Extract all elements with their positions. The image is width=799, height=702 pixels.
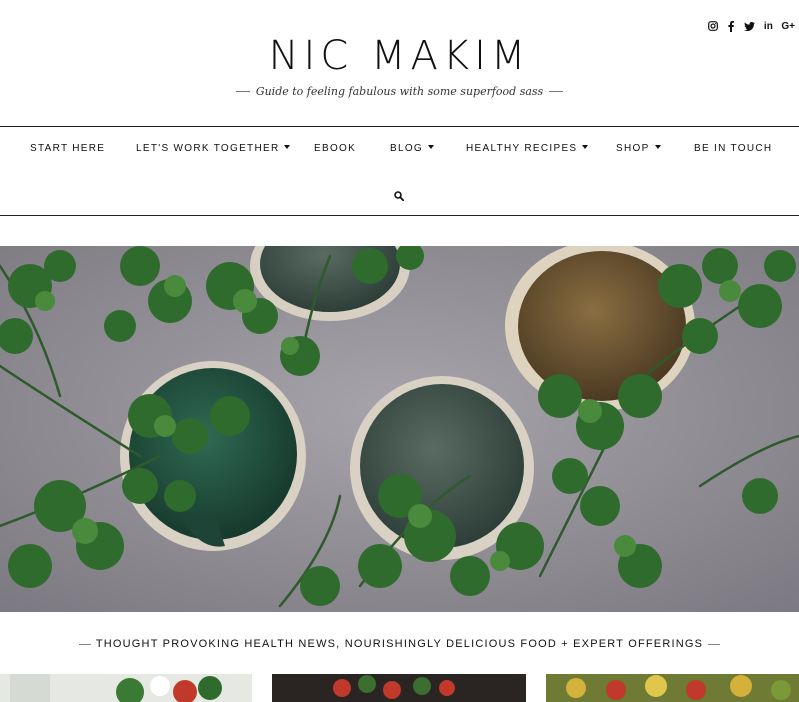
tagline-dash-right [549, 91, 564, 92]
main-navigation: START HERE LET'S WORK TOGETHER EBOOK BLO… [0, 126, 799, 216]
linkedin-icon[interactable]: in [763, 20, 773, 32]
section-heading-row: THOUGHT PROVOKING HEALTH NEWS, NOURISHIN… [0, 638, 799, 650]
nav-item-shop[interactable]: SHOP [616, 143, 661, 154]
nav-item-lets-work-together[interactable]: LET'S WORK TOGETHER [136, 143, 291, 154]
social-links: in G+ [708, 20, 795, 32]
instagram-icon[interactable] [708, 20, 719, 32]
nav-item-blog[interactable]: BLOG [390, 143, 434, 154]
nav-item-label: BLOG [390, 143, 423, 154]
site-tagline: Guide to feeling fabulous with some supe… [255, 85, 544, 98]
nav-item-be-in-touch[interactable]: BE IN TOUCH [694, 143, 772, 154]
post-thumbnail-tomato-dish[interactable] [272, 674, 526, 702]
nav-item-start-here[interactable]: START HERE [30, 143, 105, 154]
nav-item-label: EBOOK [314, 143, 357, 154]
nav-item-label: START HERE [30, 143, 106, 154]
site-title[interactable]: NIC MAKIM [0, 32, 799, 80]
nav-item-label: HEALTHY RECIPES [466, 143, 578, 154]
google-plus-icon[interactable]: G+ [781, 20, 795, 32]
section-dash-left [78, 643, 91, 645]
section-dash-right [708, 643, 721, 645]
twitter-icon[interactable] [744, 20, 756, 32]
chevron-down-icon [582, 145, 589, 149]
nav-item-label: SHOP [616, 143, 650, 154]
post-thumbnail-salad[interactable] [0, 674, 252, 702]
tagline-dash-left [235, 91, 250, 92]
chevron-down-icon [284, 145, 291, 149]
search-icon[interactable] [394, 188, 405, 202]
nav-item-healthy-recipes[interactable]: HEALTHY RECIPES [466, 143, 589, 154]
nav-menu: START HERE LET'S WORK TOGETHER EBOOK BLO… [0, 143, 799, 157]
parsley-photo-illustration [0, 246, 799, 612]
chevron-down-icon [428, 145, 434, 149]
section-title: THOUGHT PROVOKING HEALTH NEWS, NOURISHIN… [95, 638, 704, 650]
tagline-row: Guide to feeling fabulous with some supe… [0, 85, 799, 98]
nav-item-label: LET'S WORK TOGETHER [136, 143, 280, 154]
post-thumbnail-roasted-vegetables[interactable] [546, 674, 799, 702]
chevron-down-icon [654, 145, 661, 149]
facebook-icon[interactable] [726, 20, 736, 32]
hero-image [0, 246, 799, 612]
nav-item-label: BE IN TOUCH [694, 143, 773, 154]
nav-item-ebook[interactable]: EBOOK [314, 143, 356, 154]
